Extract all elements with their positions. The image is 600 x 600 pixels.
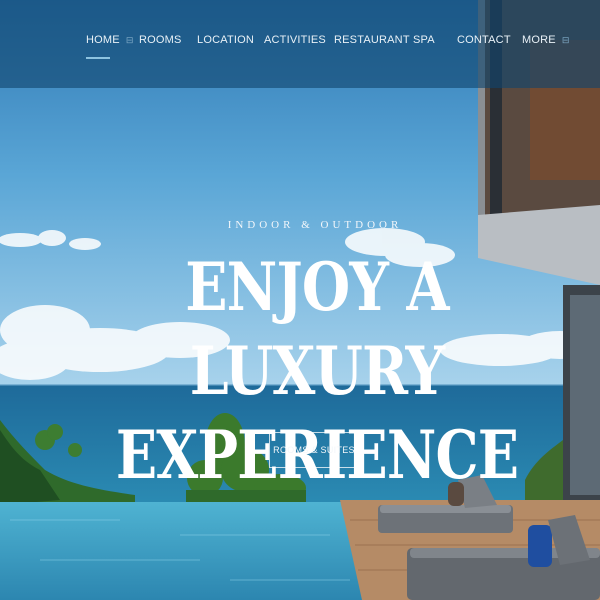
- submenu-icon: ⊟: [125, 35, 134, 45]
- nav-item-label: HOME: [86, 34, 120, 46]
- nav-item-location[interactable]: LOCATION: [197, 34, 254, 46]
- nav-item-restaurant[interactable]: RESTAURANT: [334, 34, 410, 46]
- nav-item-more[interactable]: MORE ⊟: [522, 34, 570, 46]
- rooms-suites-button[interactable]: ROOMS & SUITES: [269, 432, 359, 468]
- hero-eyebrow-text: INDOOR & OUTDOOR: [227, 219, 403, 231]
- nav-item-label: LOCATION: [197, 34, 255, 46]
- nav-item-label: ACTIVITIES: [264, 34, 326, 46]
- submenu-icon: ⊟: [561, 35, 570, 45]
- nav-item-home[interactable]: HOME ⊟: [86, 34, 134, 59]
- main-nav-menu: HOME ⊟ ROOMS LOCATION ACTIVITIES RESTAURA…: [0, 34, 600, 59]
- nav-item-spa[interactable]: SPA: [413, 34, 435, 46]
- top-navigation-bar: HOME ⊟ ROOMS LOCATION ACTIVITIES RESTAURA…: [0, 0, 600, 88]
- nav-item-rooms[interactable]: ROOMS: [139, 34, 182, 46]
- nav-item-label: SPA: [413, 34, 435, 46]
- nav-item-label: ROOMS: [139, 34, 182, 46]
- hero-section: HOME ⊟ ROOMS LOCATION ACTIVITIES RESTAURA…: [0, 0, 600, 600]
- headline-line-1: ENJOY A LUXURY: [185, 248, 449, 410]
- nav-item-label: RESTAURANT: [334, 34, 410, 46]
- nav-item-label: CONTACT: [457, 34, 511, 46]
- nav-item-label: MORE: [522, 34, 556, 46]
- nav-item-contact[interactable]: CONTACT: [457, 34, 511, 46]
- nav-item-activities[interactable]: ACTIVITIES: [264, 34, 326, 46]
